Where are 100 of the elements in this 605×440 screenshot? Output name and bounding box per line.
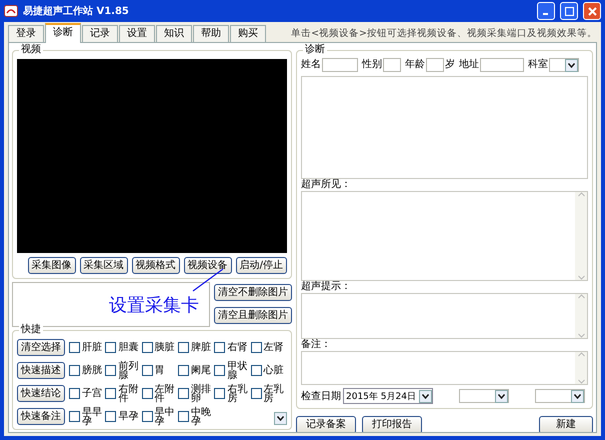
checkbox-label: 右乳房 <box>227 384 248 402</box>
checkbox-label: 右附件 <box>118 384 140 402</box>
checkbox-label: 左附件 <box>154 384 176 402</box>
checkbox[interactable] <box>250 365 262 376</box>
dropdown-button[interactable] <box>565 59 578 72</box>
input-field[interactable] <box>426 58 444 72</box>
checkbox-label: 心脏 <box>264 366 285 375</box>
checkbox-label: 膀胱 <box>82 366 103 375</box>
checkbox[interactable] <box>105 411 116 422</box>
checkbox[interactable] <box>69 388 80 399</box>
unit-label: 岁 <box>445 59 455 71</box>
maximize-button[interactable] <box>560 2 578 20</box>
input-field[interactable] <box>480 58 524 72</box>
dropdown-field[interactable] <box>458 389 509 403</box>
chevron-icon <box>498 394 505 399</box>
section-label: 超声提示： <box>301 281 352 293</box>
chevron-icon <box>277 416 284 421</box>
tab[interactable]: 登录 <box>8 25 44 42</box>
input-field[interactable] <box>322 58 358 72</box>
tab[interactable]: 知识 <box>156 25 192 42</box>
checkbox-label: 阑尾 <box>190 366 212 375</box>
checkbox[interactable] <box>214 388 226 399</box>
scroll-down-icon <box>578 275 584 280</box>
scrollbar[interactable] <box>575 294 587 338</box>
checkbox-label: 测排卵 <box>190 384 212 402</box>
field-label: 科室 <box>528 59 548 71</box>
dropdown-button[interactable] <box>570 390 584 403</box>
scroll-up-icon <box>578 352 584 357</box>
video-button[interactable]: 采集图像 <box>28 257 76 274</box>
checkbox[interactable] <box>178 388 189 399</box>
tab[interactable]: 设置 <box>119 25 155 42</box>
video-button[interactable]: 启动/停止 <box>236 257 287 274</box>
checkbox-label: 子宫 <box>82 389 103 398</box>
checkbox-label: 右肾 <box>227 343 248 352</box>
group-title: 快捷 <box>19 324 43 336</box>
checkbox-label: 早孕 <box>118 412 140 421</box>
checkbox[interactable] <box>250 342 262 353</box>
dropdown-button[interactable] <box>274 412 287 425</box>
scrollbar[interactable] <box>575 352 587 384</box>
scroll-down-icon <box>578 333 584 338</box>
group-title: 诊断 <box>303 44 327 56</box>
tab[interactable]: 购买 <box>230 25 266 42</box>
date-picker[interactable]: 2015年 5月24日 <box>343 388 433 404</box>
checkbox[interactable] <box>69 411 80 422</box>
checkbox[interactable] <box>105 342 116 353</box>
input-field[interactable] <box>383 58 401 72</box>
checkbox[interactable] <box>69 365 80 376</box>
checkbox[interactable] <box>214 365 226 376</box>
checkbox-label: 甲状腺 <box>227 362 248 380</box>
close-button[interactable] <box>583 2 601 20</box>
video-button[interactable]: 视频设备 <box>184 257 232 274</box>
dropdown-button[interactable] <box>494 390 508 403</box>
checkbox-label: 左肾 <box>264 343 285 352</box>
video-button[interactable]: 采集区域 <box>80 257 128 274</box>
video-button[interactable]: 视频格式 <box>132 257 180 274</box>
clear-images-button[interactable]: 清空且删除图片 <box>214 307 292 324</box>
checkbox[interactable] <box>105 365 116 376</box>
checkbox-label: 胃 <box>154 366 166 375</box>
shortcut-button[interactable]: 快速备注 <box>17 408 65 425</box>
shortcut-button[interactable]: 快速结论 <box>17 385 65 402</box>
checkbox[interactable] <box>178 365 189 376</box>
checkbox[interactable] <box>214 342 226 353</box>
app-icon <box>4 5 18 17</box>
checkbox[interactable] <box>250 388 262 399</box>
dropdown-button[interactable] <box>418 390 432 402</box>
scroll-up-icon <box>578 192 584 197</box>
annotation-text: 设置采集卡 <box>109 294 199 316</box>
dropdown-field[interactable] <box>534 389 585 403</box>
field-label: 检查日期 <box>301 390 341 403</box>
clear-images-button[interactable]: 清空不删除图片 <box>214 284 292 301</box>
checkbox[interactable] <box>142 388 153 399</box>
checkbox-label: 早早孕 <box>82 408 103 426</box>
checkbox[interactable] <box>105 388 116 399</box>
checkbox[interactable] <box>142 365 153 376</box>
shortcut-button[interactable]: 清空选择 <box>17 339 65 356</box>
window-title: 易捷超声工作站 V1.85 <box>23 4 130 18</box>
input-field[interactable] <box>549 58 579 72</box>
checkbox[interactable] <box>178 411 189 422</box>
tab[interactable]: 帮助 <box>193 25 229 42</box>
field-label: 姓名 <box>301 59 321 71</box>
field-label: 地址 <box>459 59 479 71</box>
checkbox[interactable] <box>69 342 80 353</box>
action-button[interactable]: 记录备案 <box>296 416 356 432</box>
section-label: 超声所见： <box>301 179 352 191</box>
scrollbar[interactable] <box>575 192 587 280</box>
action-button[interactable]: 新建 <box>539 416 593 432</box>
field-label: 年龄 <box>405 59 425 71</box>
shortcut-button[interactable]: 快速描述 <box>17 362 65 379</box>
scroll-down-icon <box>578 379 584 384</box>
checkbox[interactable] <box>142 342 153 353</box>
field-label: 性别 <box>362 59 382 71</box>
action-button[interactable]: 打印报告 <box>362 416 422 432</box>
maximize-icon <box>564 6 574 16</box>
minimize-button[interactable] <box>537 2 555 20</box>
tab[interactable]: 记录 <box>82 25 118 42</box>
checkbox[interactable] <box>142 411 153 422</box>
tab[interactable]: 诊断 <box>45 23 81 43</box>
checkbox-label: 前列腺 <box>118 362 140 380</box>
checkbox-label: 胰脏 <box>154 343 176 352</box>
checkbox[interactable] <box>178 342 189 353</box>
